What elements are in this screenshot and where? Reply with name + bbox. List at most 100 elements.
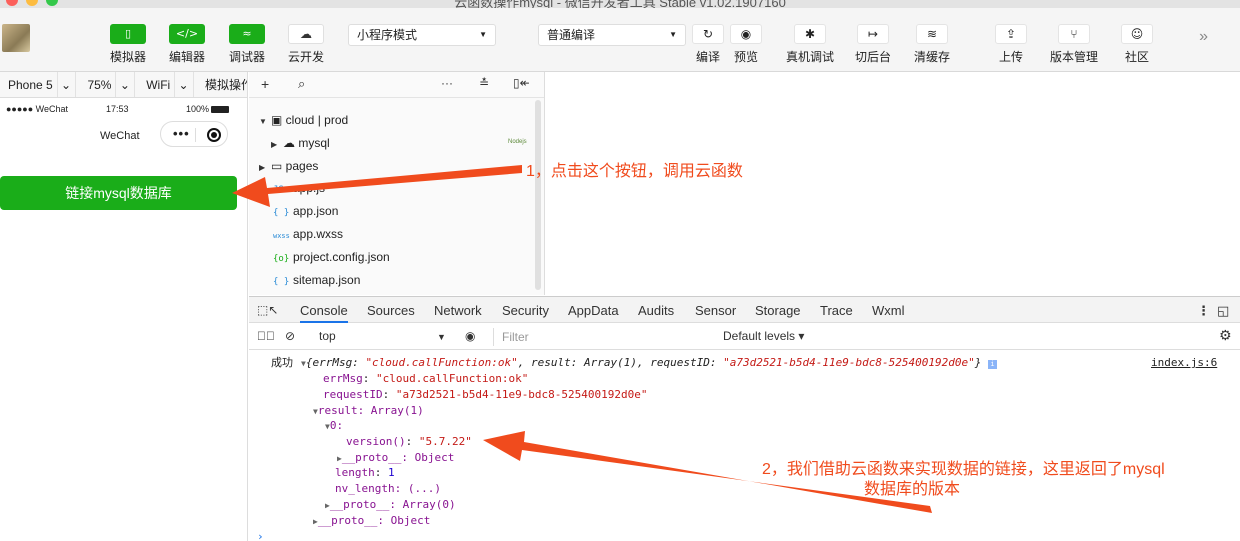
record-icon[interactable]	[207, 128, 221, 142]
status-time: 17:53	[106, 104, 129, 114]
inspect-icon[interactable]: ⬚↖	[257, 303, 278, 317]
debugger-label: 调试器	[228, 50, 265, 64]
reqid-key: requestID	[323, 388, 383, 401]
tree-item-mysql[interactable]: ▶ ☁ mysql	[271, 133, 330, 153]
collapse-icon[interactable]: ≛	[479, 76, 489, 90]
tree-item-appwxss[interactable]: wxss app.wxss	[273, 224, 343, 244]
debugger-button[interactable]: ≈ 调试器	[222, 24, 272, 65]
more-icon[interactable]: ···	[441, 76, 453, 90]
console-log-summary[interactable]: ▼{errMsg: "cloud.callFunction:ok", resul…	[301, 355, 997, 370]
real-debug-button[interactable]: ✱ 真机调试	[782, 24, 838, 65]
proto-object-outer-line[interactable]: ▶__proto__: Object	[313, 513, 430, 528]
tab-appdata[interactable]: AppData	[568, 303, 619, 318]
clear-console-icon[interactable]: ⊘	[285, 329, 295, 343]
result-label: result: Array(1)	[317, 404, 424, 417]
context-value: top	[319, 329, 336, 343]
errmsg-line: errMsg: "cloud.callFunction:ok"	[323, 372, 529, 385]
tab-trace[interactable]: Trace	[820, 303, 853, 318]
wxss-icon: wxss	[273, 232, 290, 240]
undock-icon[interactable]: ◱	[1217, 303, 1229, 319]
source-link[interactable]: index.js:6	[1151, 355, 1217, 370]
console-filter-bar: ▶⃞ ⊘ top ▼ ◉ Filter Default levels ▾ ⚙	[249, 324, 1240, 350]
tree-item-label: sitemap.json	[293, 273, 361, 287]
eye-icon: ◉	[730, 24, 762, 44]
sim-ops-select[interactable]: 模拟操作 ⌄	[197, 72, 247, 97]
network-select[interactable]: WiFi ⌄	[138, 72, 194, 97]
nvlength-line[interactable]: nv_length: (...)	[335, 481, 441, 496]
proto-object-line[interactable]: ▶__proto__: Object	[337, 450, 454, 465]
errmsg-value: "cloud.callFunction:ok"	[376, 372, 529, 385]
device-value: Phone 5	[4, 72, 58, 97]
collapsed-triangle-icon: ▶	[259, 163, 266, 172]
chevron-down-icon[interactable]: ▼	[437, 332, 446, 342]
tab-console[interactable]: Console	[300, 303, 348, 323]
add-icon[interactable]: +	[261, 76, 269, 92]
summary-reqid: "a73d2521-b5d4-11e9-bdc8-525400192d0e"	[723, 356, 975, 369]
annotation-step1: 1，点击这个按钮，调用云函数	[526, 163, 743, 180]
backstage-button[interactable]: ↦ 切后台	[845, 24, 901, 65]
index-zero-line[interactable]: ▼0:	[325, 418, 343, 433]
tab-sensor[interactable]: Sensor	[695, 303, 736, 318]
devtools-tab-bar: ⬚↖ Console Sources Network Security AppD…	[249, 297, 1240, 323]
clear-cache-button[interactable]: ≋ 清缓存	[904, 24, 960, 65]
json-icon: { }	[273, 208, 290, 218]
tab-security[interactable]: Security	[502, 303, 549, 318]
context-select[interactable]: top	[319, 329, 336, 343]
console-prompt[interactable]: ›	[257, 529, 264, 541]
gear-icon[interactable]: ⚙	[1219, 327, 1232, 344]
editor-area[interactable]	[546, 72, 1240, 295]
tab-audits[interactable]: Audits	[638, 303, 674, 318]
tab-storage[interactable]: Storage	[755, 303, 801, 318]
zoom-select[interactable]: 75% ⌄	[79, 72, 135, 97]
tree-item-sitemap[interactable]: { } sitemap.json	[273, 270, 360, 290]
search-icon[interactable]: ⌕	[298, 76, 305, 92]
community-button[interactable]: ☺ 社区	[1109, 24, 1165, 65]
explorer-scrollbar[interactable]	[535, 100, 541, 290]
connect-mysql-button[interactable]: 链接mysql数据库	[0, 176, 237, 210]
tree-item-label: app.json	[293, 204, 339, 218]
expanded-triangle-icon: ▼	[259, 117, 267, 126]
compile-select[interactable]: 普通编译 ▼	[538, 24, 686, 46]
tree-item-appjson[interactable]: { } app.json	[273, 201, 338, 221]
cloud-dev-button[interactable]: ☁ 云开发	[281, 24, 331, 65]
preview-button[interactable]: ◉ 预览	[718, 24, 774, 65]
tree-item-appjs[interactable]: JS app.js	[273, 178, 325, 198]
editor-button[interactable]: </> 编辑器	[162, 24, 212, 65]
result-line[interactable]: ▼result: Array(1)	[313, 403, 424, 418]
info-icon[interactable]: i	[988, 360, 997, 369]
log-levels-select[interactable]: Default levels ▾	[723, 329, 804, 343]
cloud-dev-label: 云开发	[287, 50, 324, 64]
tree-item-projectconfig[interactable]: {o} project.config.json	[273, 247, 390, 267]
device-select[interactable]: Phone 5 ⌄	[0, 72, 77, 97]
upload-icon: ⇪	[995, 24, 1027, 44]
simulator-button[interactable]: ▯ 模拟器	[103, 24, 153, 65]
version-mgmt-button[interactable]: ⑂ 版本管理	[1046, 24, 1102, 65]
avatar[interactable]	[2, 24, 30, 52]
tab-wxml[interactable]: Wxml	[872, 303, 905, 318]
carrier-text: ●●●●● WeChat	[6, 104, 69, 114]
collapsed-triangle-icon: ▶	[271, 140, 278, 149]
kebab-menu-icon[interactable]: ⋮	[1197, 303, 1210, 319]
code-icon: </>	[169, 24, 205, 44]
chevron-down-icon: ▼	[479, 30, 487, 39]
double-chevron-right-icon[interactable]: »	[1199, 28, 1208, 46]
tab-network[interactable]: Network	[434, 303, 482, 318]
capsule-menu[interactable]: •••	[160, 121, 228, 147]
tree-root[interactable]: ▼ ▣ cloud | prod	[259, 110, 348, 130]
tab-sources[interactable]: Sources	[367, 303, 415, 318]
upload-button[interactable]: ⇪ 上传	[983, 24, 1039, 65]
eye-icon[interactable]: ◉	[465, 329, 475, 343]
tree-item-label: app.wxss	[293, 227, 344, 241]
sidebar-toggle-icon[interactable]: ▶⃞	[257, 329, 275, 343]
config-icon: {o}	[273, 254, 290, 264]
simulator-controls: Phone 5 ⌄ 75% ⌄ WiFi ⌄ 模拟操作 ⌄	[0, 72, 247, 98]
devtools-window: 云函数操作mysql - 微信开发者工具 Stable v1.02.190716…	[0, 0, 1240, 541]
summary-close: }	[974, 356, 982, 369]
console-filter-input[interactable]: Filter	[493, 328, 717, 346]
proto-array-line[interactable]: ▶__proto__: Array(0)	[325, 497, 456, 512]
tree-item-pages[interactable]: ▶ ▭ pages	[259, 156, 318, 176]
devtools-panel: ⬚↖ Console Sources Network Security AppD…	[249, 296, 1240, 541]
more-dots-icon[interactable]: •••	[173, 126, 190, 141]
layout-icon[interactable]: ▯↞	[513, 76, 530, 90]
mode-select[interactable]: 小程序模式 ▼	[348, 24, 496, 46]
